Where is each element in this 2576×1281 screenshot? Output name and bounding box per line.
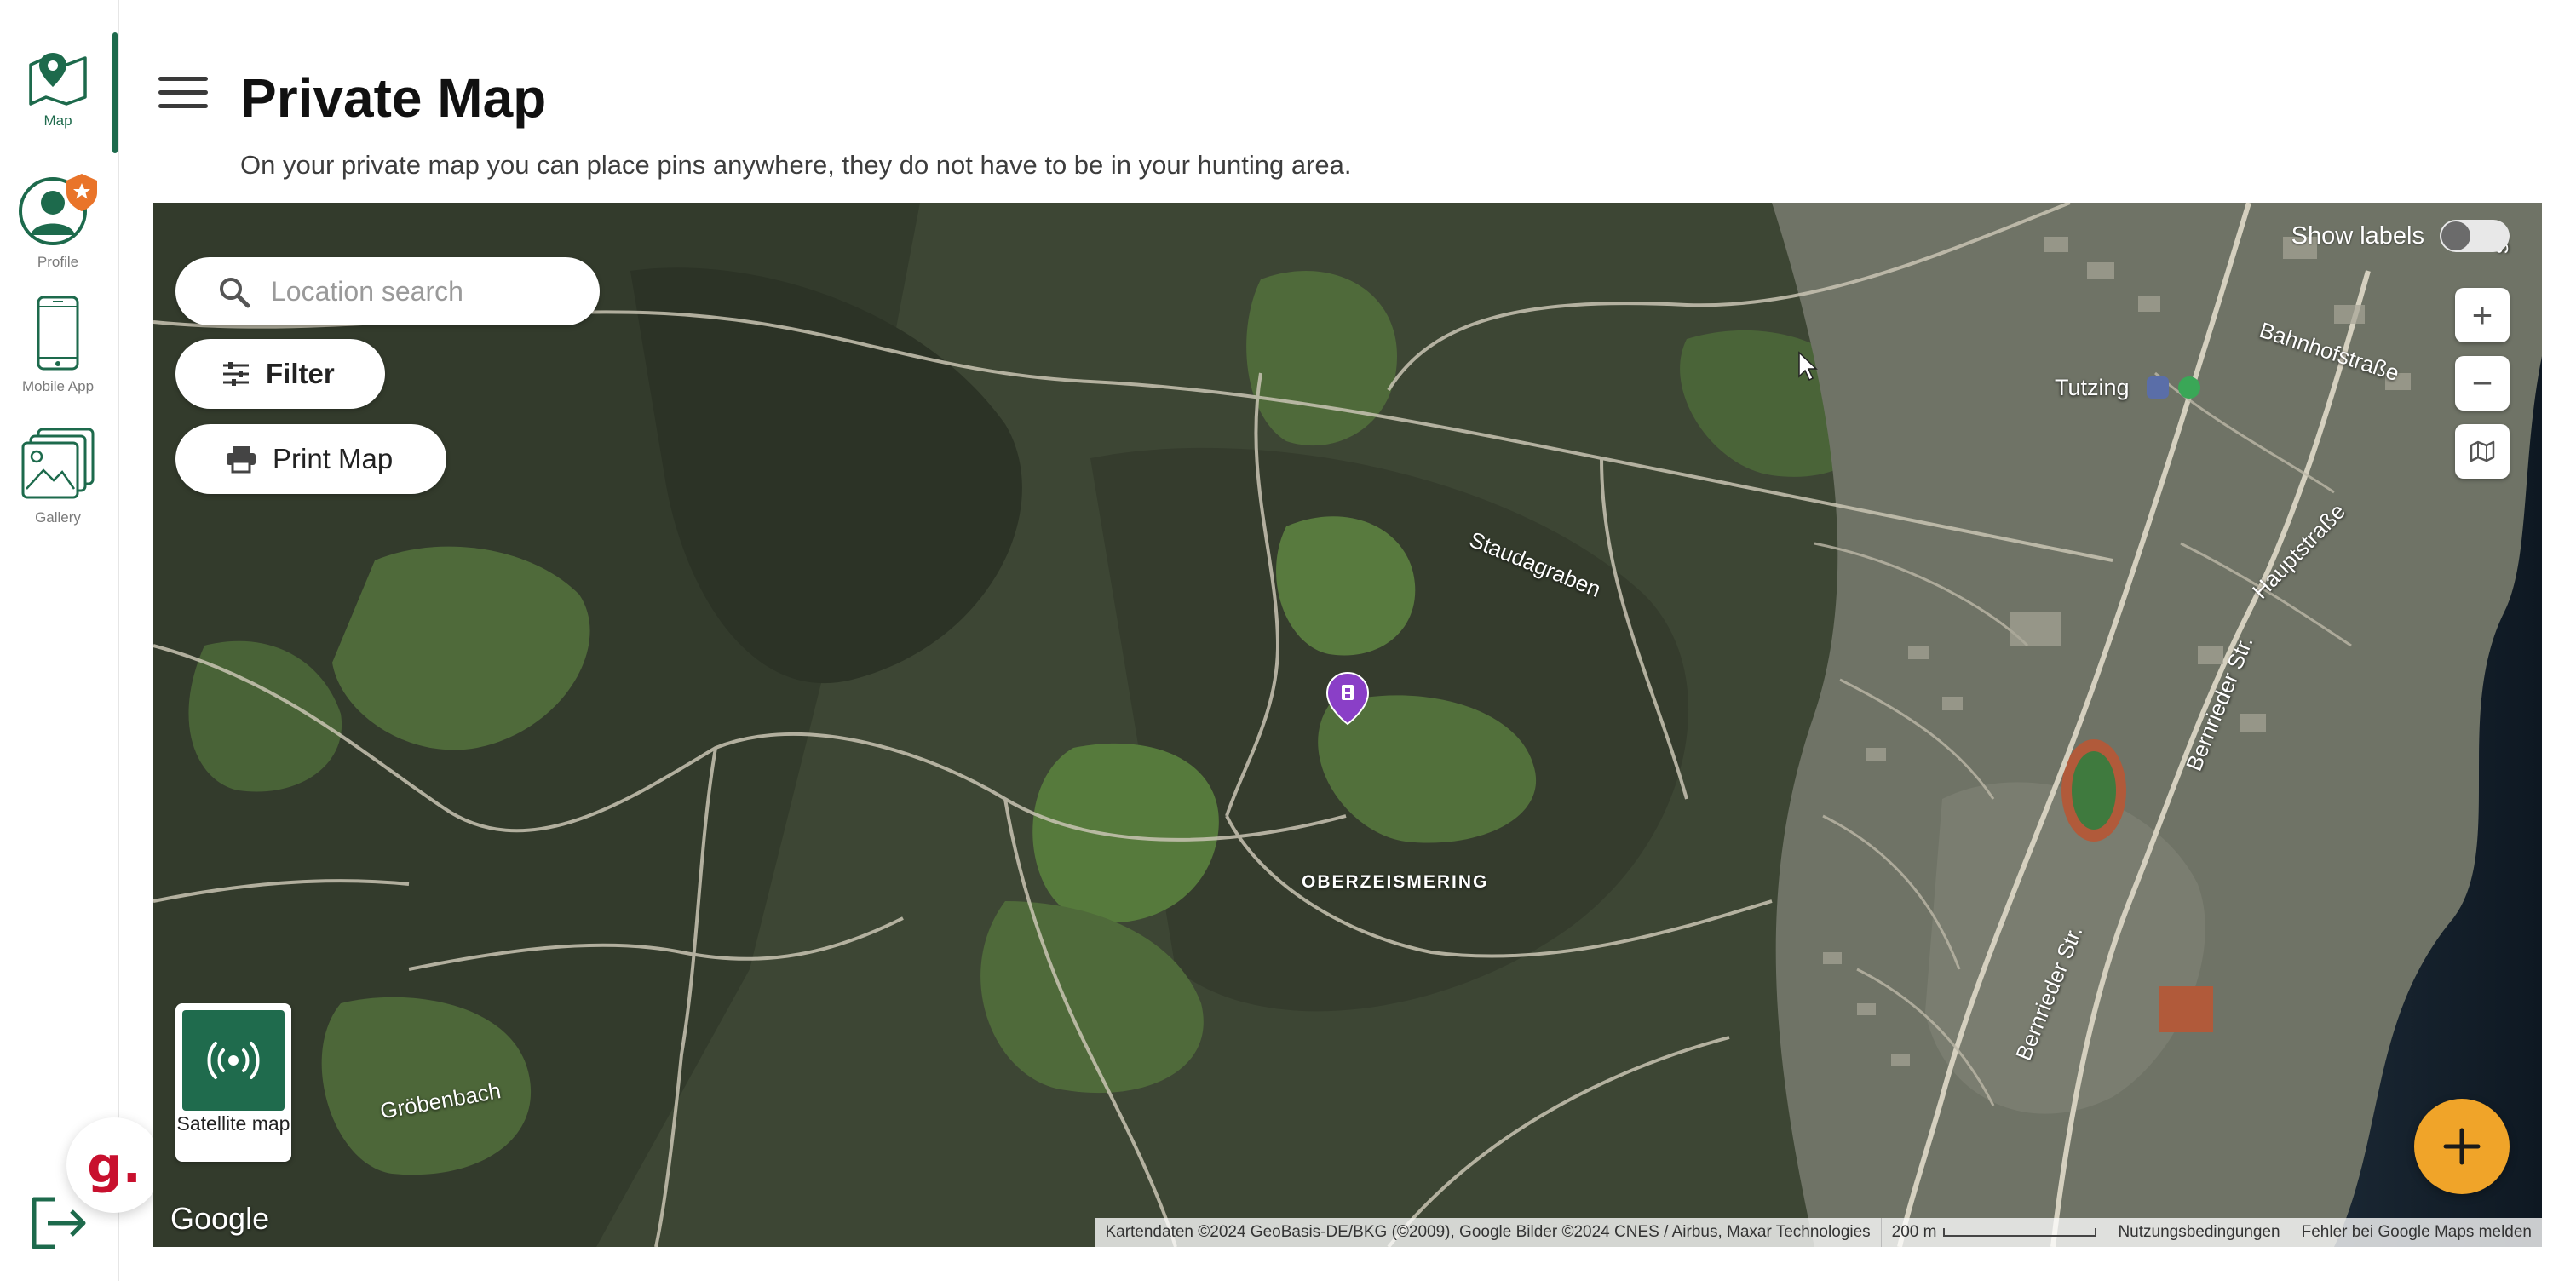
show-labels-label: Show labels — [2291, 221, 2424, 250]
map-canvas[interactable]: Tutzing Bahnhofstraße Staudagraben Haupt… — [153, 203, 2542, 1247]
sidebar-item-label: Profile — [37, 254, 79, 270]
sidebar-item-profile[interactable]: Profile — [0, 170, 116, 271]
search-icon — [220, 278, 250, 308]
sidebar-item-label: Mobile App — [21, 378, 95, 394]
sidebar-item-gallery[interactable]: Gallery — [0, 426, 116, 526]
sidebar: Map Profile Mobile App Gallery g. — [0, 0, 162, 1281]
scale-label: 200 m — [1891, 1223, 1937, 1241]
app-root: Map Profile Mobile App Gallery g. Privat… — [0, 0, 2576, 1281]
report-error-link[interactable]: Fehler bei Google Maps melden — [2291, 1218, 2542, 1247]
map-label-tutzing: Tutzing — [2055, 375, 2130, 400]
map-scale[interactable]: 200 m — [1882, 1218, 2108, 1247]
map-layers-icon — [2470, 440, 2495, 462]
plus-icon — [2443, 1128, 2481, 1165]
sidebar-item-label: Map — [43, 112, 72, 129]
satellite-map-toggle[interactable]: Satellite map — [175, 1003, 291, 1162]
satellite-imagery — [153, 203, 2542, 1247]
printer-icon — [227, 446, 256, 474]
add-pin-button[interactable] — [2414, 1099, 2510, 1194]
user-icon — [19, 174, 97, 245]
gallery-icon — [21, 428, 95, 499]
map-type-button[interactable] — [2455, 424, 2510, 479]
logout-icon[interactable] — [29, 1196, 89, 1250]
mobile-phone-icon — [37, 296, 79, 371]
filter-button[interactable]: Filter — [175, 339, 385, 409]
satellite-signal-icon — [207, 1042, 260, 1079]
map-label-oberzeismering: OBERZEISMERING — [1302, 872, 1489, 892]
zoom-in-button[interactable]: + — [2455, 288, 2510, 342]
page-title: Private Map — [240, 67, 547, 129]
location-search[interactable] — [175, 257, 600, 325]
print-map-button[interactable]: Print Map — [175, 424, 446, 494]
google-logo: Google — [170, 1201, 270, 1236]
map-attribution: Kartendaten ©2024 GeoBasis-DE/BKG (©2009… — [1095, 1218, 2542, 1247]
search-input[interactable] — [271, 275, 578, 307]
terms-link[interactable]: Nutzungsbedingungen — [2107, 1218, 2291, 1247]
show-labels-control: Show labels — [2291, 220, 2510, 252]
sidebar-item-map[interactable]: Map — [0, 48, 116, 129]
satellite-map-label: Satellite map — [176, 1112, 290, 1135]
attribution-text: Kartendaten ©2024 GeoBasis-DE/BKG (©2009… — [1095, 1218, 1882, 1247]
show-labels-toggle[interactable] — [2440, 220, 2510, 252]
page-subtitle: On your private map you can place pins a… — [240, 150, 1352, 180]
zoom-out-button[interactable]: − — [2455, 356, 2510, 411]
sidebar-item-label: Gallery — [35, 509, 81, 526]
hamburger-menu-icon[interactable] — [158, 77, 208, 112]
sliders-icon — [223, 362, 249, 386]
sidebar-item-mobile-app[interactable]: Mobile App — [0, 295, 116, 395]
filter-button-label: Filter — [266, 358, 335, 389]
map-pin-icon — [29, 53, 87, 106]
print-map-button-label: Print Map — [273, 443, 394, 474]
